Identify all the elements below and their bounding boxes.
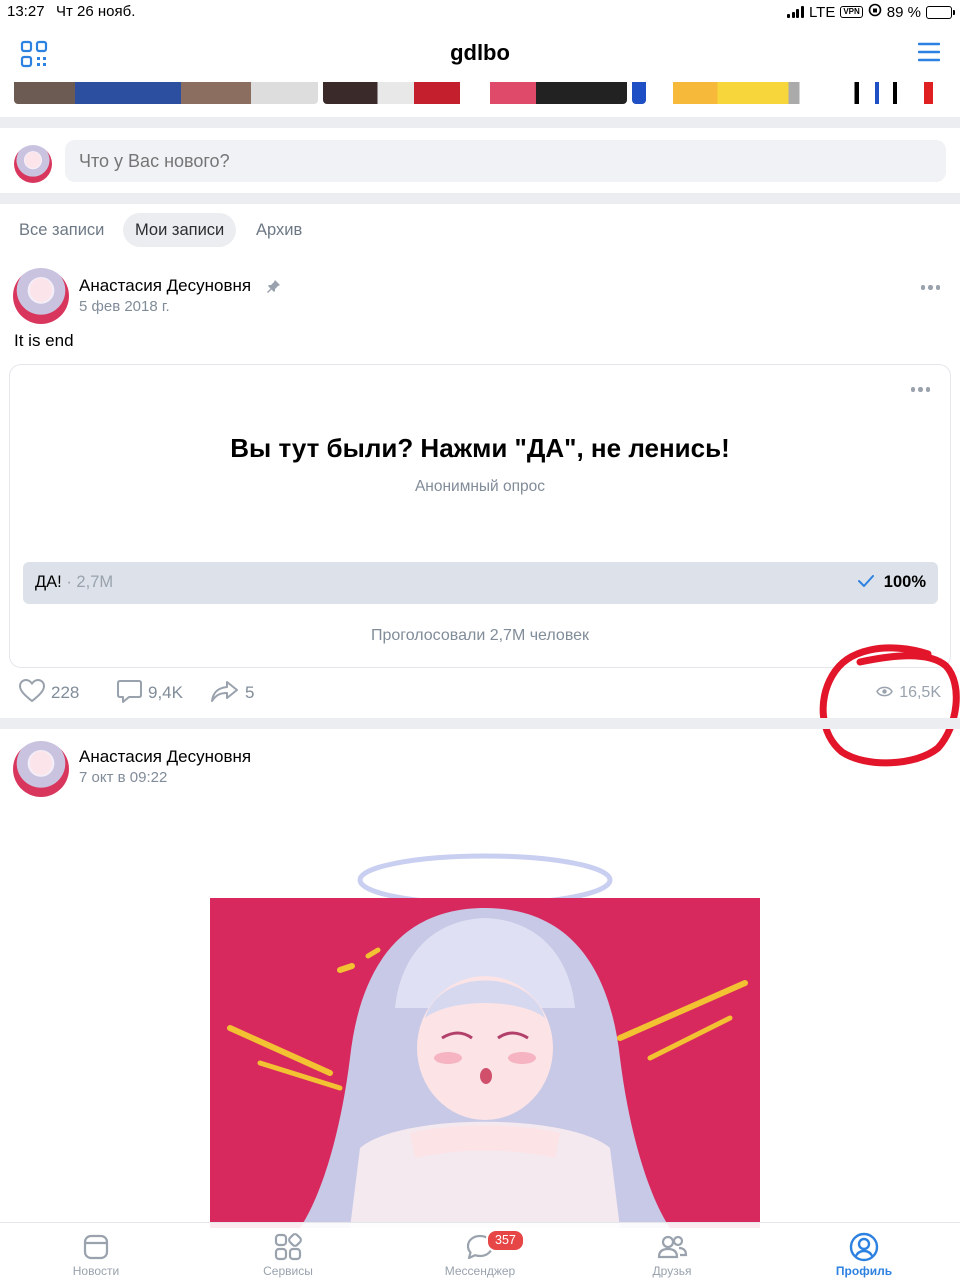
comment-count: 9,4K: [148, 683, 183, 702]
profile-icon: [848, 1231, 880, 1263]
pin-icon: [267, 279, 281, 298]
poll-type: Анонимный опрос: [414, 478, 546, 495]
separator: [0, 117, 960, 128]
post-author[interactable]: Анастасия Десуновня: [79, 747, 251, 767]
avatar[interactable]: [14, 145, 52, 183]
story-thumb[interactable]: [670, 82, 828, 104]
poll-question: Вы тут были? Нажми "ДА", не ленись!: [230, 433, 730, 463]
tab-news-label: Новости: [72, 1264, 120, 1278]
stories-strip[interactable]: [0, 82, 960, 104]
anime-girl-illustration: [227, 908, 748, 1228]
separator: [0, 718, 960, 729]
post-image[interactable]: [210, 898, 760, 1228]
poll-more-icon[interactable]: [910, 387, 930, 392]
poll-total-votes[interactable]: Проголосовали 2,7M человек: [10, 627, 950, 645]
tab-profile[interactable]: Профиль: [804, 1223, 924, 1280]
tab-friends-label: Друзья: [652, 1264, 692, 1278]
tab-services-label: Сервисы: [263, 1264, 313, 1278]
poll-option-percent: 100%: [883, 573, 926, 591]
friends-icon: [656, 1231, 688, 1263]
menu-icon[interactable]: [917, 42, 941, 67]
poll-option-label: ДА! · 2,7M: [35, 573, 113, 592]
heart-icon: [18, 678, 46, 708]
messenger-unread-badge: 357: [486, 1229, 525, 1252]
status-time: 13:27: [7, 3, 45, 20]
post-actions: 228 9,4K 5 16,5K: [0, 678, 960, 710]
poll-option-text: ДА!: [35, 573, 62, 591]
page-title: gdlbo: [450, 40, 510, 65]
like-button[interactable]: 228: [18, 678, 80, 708]
news-icon: [80, 1231, 112, 1263]
tab-services[interactable]: Сервисы: [228, 1223, 348, 1280]
story-thumb[interactable]: [850, 82, 940, 104]
status-right: LTE VPN 89 %: [787, 3, 955, 21]
vpn-icon: VPN: [840, 6, 863, 18]
battery-percent: 89 %: [886, 3, 921, 21]
post-composer: [0, 128, 960, 193]
check-icon: [857, 573, 874, 592]
post-date[interactable]: 7 окт в 09:22: [79, 769, 167, 786]
poll-option-count: · 2,7M: [61, 573, 114, 591]
poll-option-result: 100%: [857, 573, 926, 592]
bottom-tab-bar: Новости Сервисы Мессенджер 357 Друзья Пр…: [0, 1222, 960, 1280]
story-thumb[interactable]: [632, 82, 646, 104]
tab-news[interactable]: Новости: [36, 1223, 156, 1280]
more-icon[interactable]: [920, 285, 940, 290]
post-text: It is end: [14, 331, 74, 350]
new-post-input[interactable]: [65, 140, 946, 182]
share-count: 5: [245, 683, 255, 702]
comment-button[interactable]: 9,4K: [117, 678, 183, 708]
network-label: LTE: [808, 3, 836, 21]
tab-archive[interactable]: Архив: [244, 213, 314, 247]
status-bar: 13:27 Чт 26 нояб. LTE VPN 89 %: [0, 0, 960, 24]
post-author[interactable]: Анастасия Десуновня: [79, 276, 251, 296]
post-date[interactable]: 5 фев 2018 г.: [79, 298, 170, 315]
tab-profile-label: Профиль: [835, 1264, 893, 1278]
like-count: 228: [51, 683, 80, 702]
app-header: gdlbo: [0, 24, 960, 82]
story-thumb[interactable]: [14, 82, 318, 104]
avatar[interactable]: [13, 741, 69, 797]
wall-tabs: Все записи Мои записи Архив: [0, 205, 960, 255]
tab-messenger-label: Мессенджер: [444, 1264, 516, 1278]
share-button[interactable]: 5: [211, 678, 254, 708]
services-icon: [272, 1231, 304, 1263]
tab-friends[interactable]: Друзья: [612, 1223, 732, 1280]
status-date: Чт 26 нояб.: [56, 3, 136, 20]
tab-all-posts[interactable]: Все записи: [7, 213, 116, 247]
poll-option[interactable]: ДА! · 2,7M 100%: [23, 562, 938, 604]
signal-icon: [787, 6, 804, 18]
story-thumb[interactable]: [323, 82, 627, 104]
share-icon: [211, 680, 239, 707]
avatar[interactable]: [13, 268, 69, 324]
red-circle-annotation: [819, 644, 960, 767]
orientation-lock-icon: [868, 3, 882, 21]
separator: [0, 193, 960, 204]
tab-my-posts[interactable]: Мои записи: [123, 213, 237, 247]
battery-icon: [926, 5, 955, 19]
poll-card: Вы тут были? Нажми "ДА", не ленись! Анон…: [9, 364, 951, 668]
comment-icon: [117, 679, 142, 708]
